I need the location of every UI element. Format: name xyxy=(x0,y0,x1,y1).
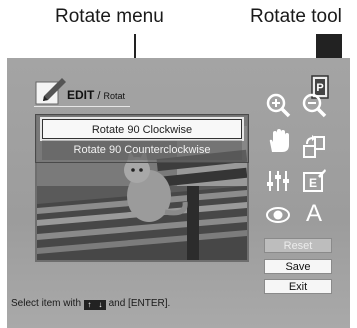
zoom-out-icon[interactable] xyxy=(301,92,327,118)
page-title: EDIT / Rotat xyxy=(67,88,126,102)
menu-item-rotate-clockwise[interactable]: Rotate 90 Clockwise xyxy=(42,119,242,139)
reset-button[interactable]: Reset xyxy=(264,238,332,253)
menu-item-rotate-counterclockwise[interactable]: Rotate 90 Counterclockwise xyxy=(42,140,242,160)
frame-text-icon[interactable]: E xyxy=(301,168,327,194)
hand-icon[interactable] xyxy=(265,128,291,154)
rotate-icon[interactable] xyxy=(301,134,327,160)
zoom-in-icon[interactable] xyxy=(265,92,291,118)
red-eye-icon[interactable] xyxy=(265,202,291,228)
breadcrumb-rotate: Rotat xyxy=(103,91,126,101)
svg-text:A: A xyxy=(306,200,322,224)
arrow-down-key-icon: ↓ xyxy=(94,300,106,310)
edit-label: EDIT xyxy=(67,88,95,102)
header-divider xyxy=(34,106,130,107)
edit-header: EDIT / Rotat xyxy=(34,74,126,108)
rotate-tool-callout: Rotate tool xyxy=(250,6,342,27)
rotate-menu-callout: Rotate menu xyxy=(55,6,164,27)
status-suffix: and [ENTER]. xyxy=(108,298,171,309)
rotate-menu: Rotate 90 Clockwise Rotate 90 Counterclo… xyxy=(35,114,249,163)
edit-pencil-icon xyxy=(35,78,66,105)
status-prefix: Select item with xyxy=(11,298,82,309)
save-button[interactable]: Save xyxy=(264,259,332,274)
edit-screen: EDIT / Rotat P Rotate 90 Clockwise Rotat… xyxy=(7,58,350,328)
exit-button[interactable]: Exit xyxy=(264,279,332,294)
status-hint: Select item with ↑ ↓ and [ENTER]. xyxy=(11,298,170,310)
text-icon[interactable]: A xyxy=(301,198,327,224)
svg-text:E: E xyxy=(309,176,317,190)
adjust-icon[interactable] xyxy=(265,168,291,194)
arrow-up-key-icon: ↑ xyxy=(83,300,95,310)
